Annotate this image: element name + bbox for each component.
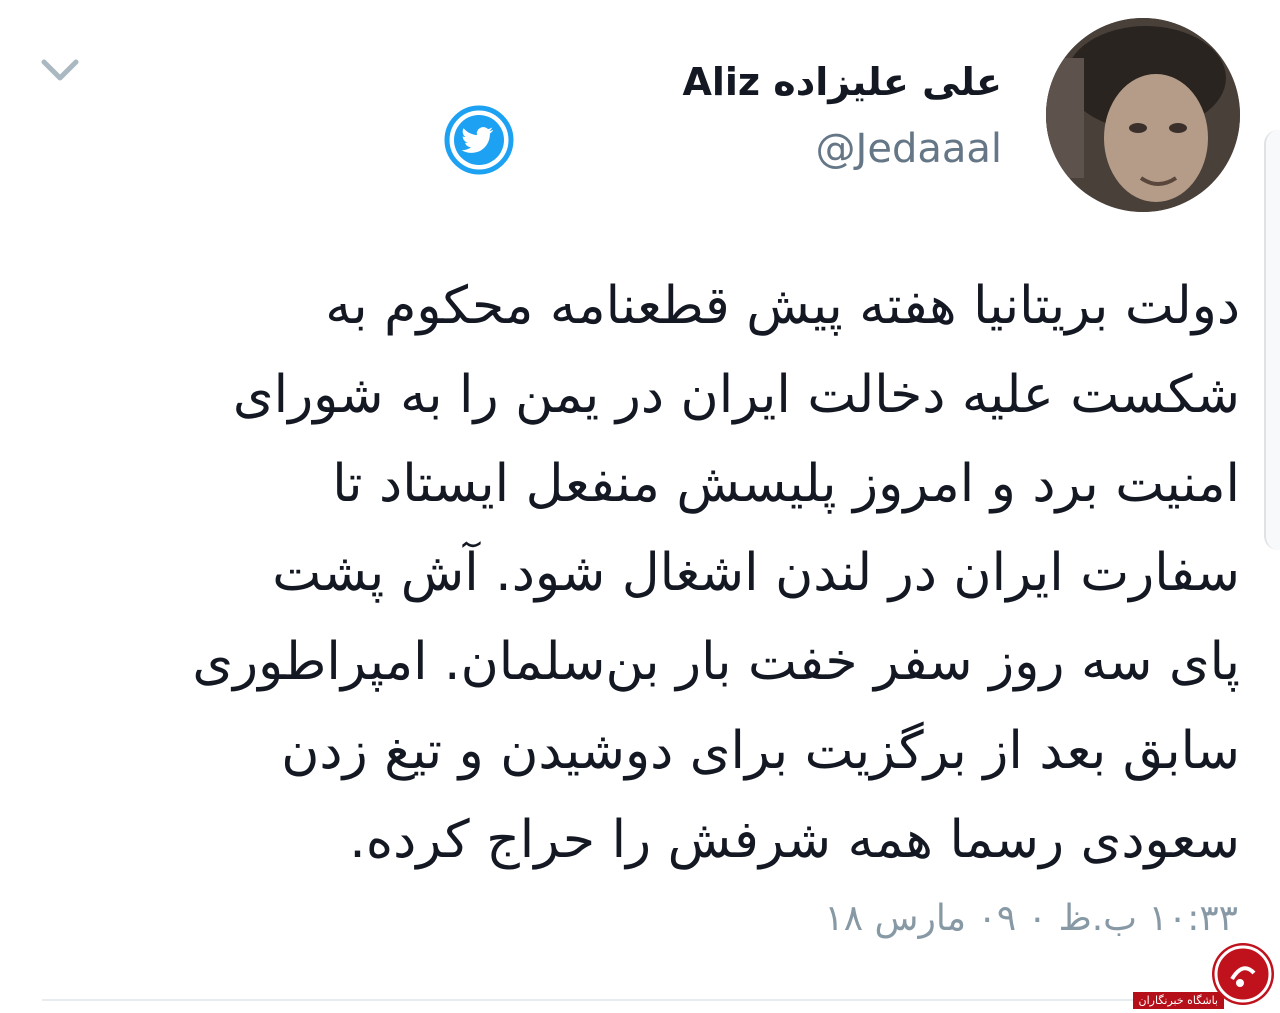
watermark-label: باشگاه خبرنگاران [1132,992,1224,1009]
tweet-line: پای سه روز سفر خفت بار بن‌سلمان. امپراطو… [192,632,1240,692]
tweet-line: سابق بعد از برگزیت برای دوشیدن و تیغ زدن [281,721,1240,781]
watermark: باشگاه خبرنگاران [1132,943,1280,1013]
tweet-line: دولت بریتانیا هفته پیش قطعنامه محکوم به [325,276,1240,336]
tweet-timestamp[interactable]: ۱۰:۳۳ ب.ظ ۰ ۰۹ مارس ۱۸ [824,898,1238,939]
avatar[interactable] [1046,18,1240,212]
tweet-text: دولت بریتانیا هفته پیش قطعنامه محکوم به … [60,262,1240,885]
user-display-name[interactable]: علی علیزاده Aliz [682,60,1002,104]
tweet-line: سعودی رسما همه شرفش را حراج کرده. [349,810,1240,870]
tweet-line: سفارت ایران در لندن اشغال شود. آش پشت [272,543,1240,603]
tweet-line: امنیت برد و امروز پلیسش منفعل ایستاد تا [332,454,1240,514]
tweet-line: شکست علیه دخالت ایران در یمن را به شورای [232,365,1240,425]
watermark-logo-icon [1212,943,1274,1005]
divider [42,999,1162,1001]
user-handle[interactable]: @Jedaaal [816,126,1002,172]
twitter-bird-icon [443,104,515,176]
scrollbar[interactable] [1264,130,1280,550]
chevron-down-icon[interactable] [38,52,82,88]
